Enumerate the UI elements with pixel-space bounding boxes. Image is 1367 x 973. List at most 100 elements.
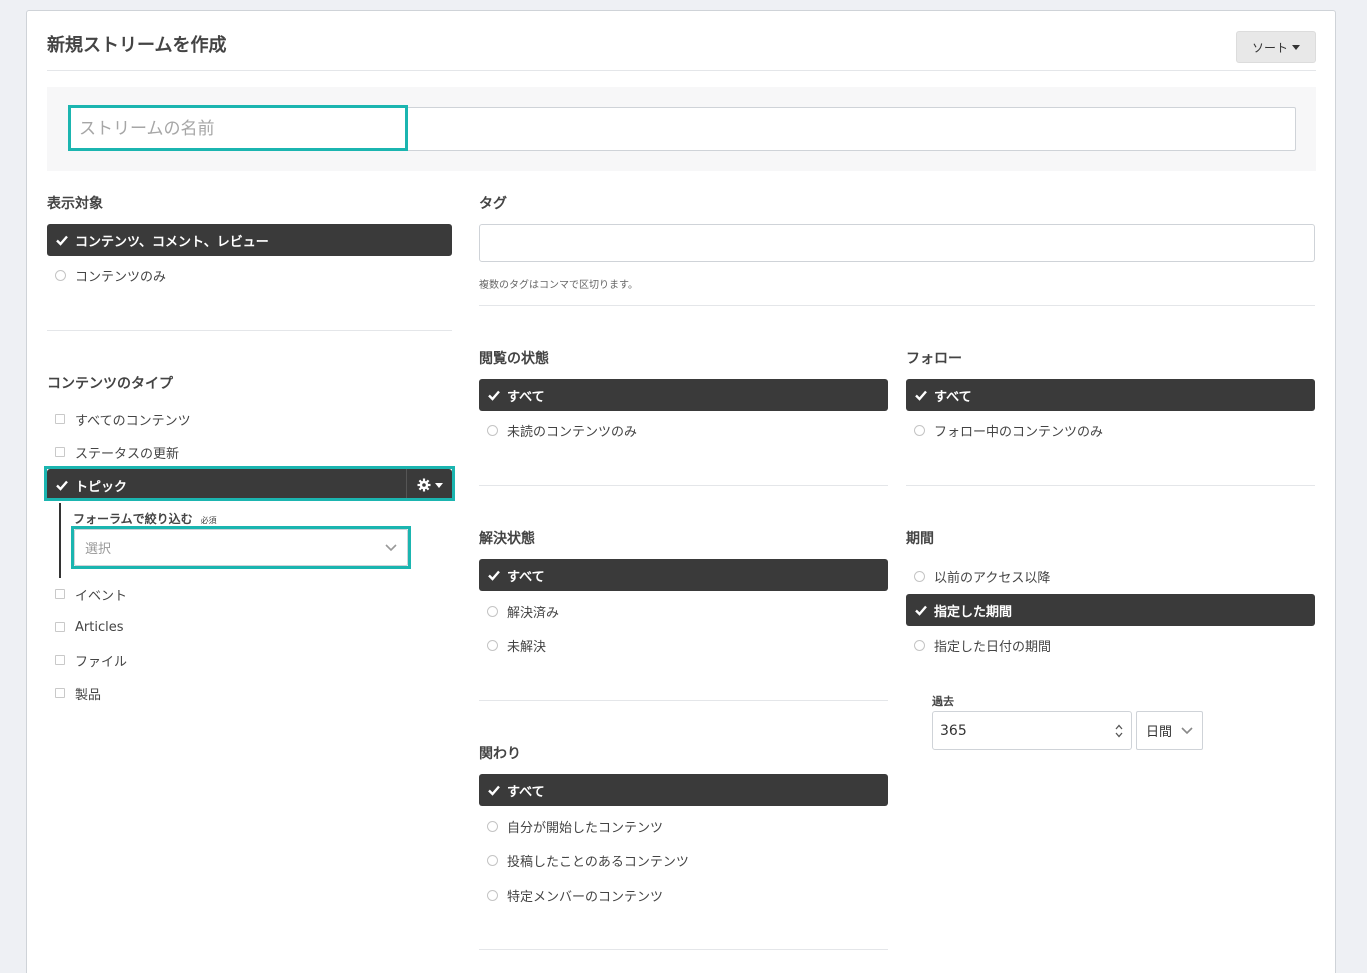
check-icon bbox=[56, 480, 68, 491]
resolution-option-all[interactable]: すべて bbox=[479, 559, 888, 591]
period-option-label: 指定した期間 bbox=[934, 604, 1013, 620]
involvement-option-specific-member[interactable]: 特定メンバーのコンテンツ bbox=[479, 884, 663, 906]
involvement-option-label: すべて bbox=[507, 784, 545, 800]
divider bbox=[479, 700, 888, 701]
header-divider bbox=[47, 70, 1316, 71]
resolution-option-resolved[interactable]: 解決済み bbox=[479, 600, 559, 622]
checkbox-icon bbox=[55, 622, 65, 632]
check-icon bbox=[56, 235, 68, 246]
involvement-option-label: 自分が開始したコンテンツ bbox=[507, 820, 664, 836]
checkbox-icon bbox=[55, 589, 65, 599]
content-type-label: コンテンツのタイプ bbox=[47, 376, 173, 392]
check-icon bbox=[488, 785, 500, 796]
content-type-item-event[interactable]: イベント bbox=[47, 583, 127, 605]
chevron-down-icon bbox=[385, 543, 397, 551]
period-unit-select[interactable]: 日間 bbox=[1136, 711, 1203, 750]
period-label: 期間 bbox=[906, 531, 934, 547]
checkbox-icon bbox=[55, 655, 65, 665]
topic-settings-button[interactable] bbox=[406, 469, 452, 501]
content-type-item-label: ファイル bbox=[75, 654, 128, 670]
period-option-specified[interactable]: 指定した期間 bbox=[906, 594, 1315, 626]
check-icon bbox=[915, 605, 927, 616]
follow-option-label: フォロー中のコンテンツのみ bbox=[934, 424, 1104, 440]
spinner-arrows-icon[interactable] bbox=[1114, 723, 1124, 739]
resolution-label: 解決状態 bbox=[479, 531, 535, 547]
content-type-item-product[interactable]: 製品 bbox=[47, 682, 101, 704]
divider bbox=[479, 485, 888, 486]
content-type-item-topic[interactable]: トピック bbox=[47, 469, 452, 501]
caret-down-icon bbox=[1292, 44, 1300, 50]
read-state-option-unread[interactable]: 未読のコンテンツのみ bbox=[479, 419, 637, 441]
stream-name-input[interactable] bbox=[70, 108, 1295, 150]
caret-down-icon bbox=[434, 482, 443, 488]
resolution-option-label: 解決済み bbox=[507, 605, 560, 621]
check-icon bbox=[488, 570, 500, 581]
past-days-input[interactable]: 365 bbox=[932, 711, 1132, 750]
involvement-option-label: 特定メンバーのコンテンツ bbox=[507, 889, 664, 905]
period-option-date-range[interactable]: 指定した日付の期間 bbox=[906, 634, 1051, 656]
involvement-option-started[interactable]: 自分が開始したコンテンツ bbox=[479, 815, 663, 837]
forum-filter-label: フォーラムで絞り込む bbox=[73, 512, 193, 526]
involvement-option-label: 投稿したことのあるコンテンツ bbox=[507, 854, 689, 870]
content-type-item-all[interactable]: すべてのコンテンツ bbox=[47, 408, 191, 430]
read-state-option-all[interactable]: すべて bbox=[479, 379, 888, 411]
follow-option-following[interactable]: フォロー中のコンテンツのみ bbox=[906, 419, 1103, 441]
radio-icon bbox=[487, 639, 498, 651]
display-target-option-all[interactable]: コンテンツ、コメント、レビュー bbox=[47, 224, 452, 256]
content-type-item-label: イベント bbox=[75, 588, 128, 604]
radio-icon bbox=[487, 424, 498, 436]
content-type-item-label: 製品 bbox=[75, 687, 102, 703]
radio-icon bbox=[487, 854, 498, 866]
chevron-down-icon bbox=[1181, 726, 1193, 734]
tags-input[interactable] bbox=[479, 224, 1315, 262]
period-option-since-last-access[interactable]: 以前のアクセス以降 bbox=[906, 565, 1050, 587]
content-type-item-label: Articles bbox=[75, 619, 124, 635]
display-target-option-label: コンテンツ、コメント、レビュー bbox=[75, 234, 269, 250]
content-type-item-file[interactable]: ファイル bbox=[47, 649, 127, 671]
involvement-label: 関わり bbox=[479, 746, 521, 762]
involvement-option-posted[interactable]: 投稿したことのあるコンテンツ bbox=[479, 849, 689, 871]
resolution-option-unresolved[interactable]: 未解決 bbox=[479, 634, 546, 656]
content-type-item-label: ステータスの更新 bbox=[75, 446, 180, 462]
involvement-option-all[interactable]: すべて bbox=[479, 774, 888, 806]
divider bbox=[47, 330, 452, 331]
divider bbox=[906, 485, 1315, 486]
content-type-item-status-update[interactable]: ステータスの更新 bbox=[47, 441, 179, 463]
radio-icon bbox=[487, 820, 498, 832]
radio-icon bbox=[55, 269, 66, 281]
past-label: 過去 bbox=[932, 695, 954, 708]
create-stream-panel: 新規ストリームを作成 ソート 表示対象 コンテンツ、コメント、レビュー コンテン… bbox=[26, 10, 1336, 973]
forum-filter-label-row: フォーラムで絞り込む 必須 bbox=[73, 510, 217, 527]
follow-option-label: すべて bbox=[934, 389, 972, 405]
forum-filter-select[interactable]: 選択 bbox=[74, 529, 408, 566]
period-unit-value: 日間 bbox=[1146, 725, 1173, 740]
content-type-item-label: トピック bbox=[75, 479, 128, 495]
sort-button-label: ソート bbox=[1251, 40, 1288, 55]
follow-option-all[interactable]: すべて bbox=[906, 379, 1315, 411]
checkbox-icon bbox=[55, 414, 65, 424]
divider bbox=[479, 305, 1315, 306]
gear-icon bbox=[417, 478, 430, 492]
checkbox-icon bbox=[55, 688, 65, 698]
tags-label: タグ bbox=[479, 196, 507, 212]
content-type-item-articles[interactable]: Articles bbox=[47, 616, 123, 638]
page-title: 新規ストリームを作成 bbox=[47, 35, 227, 56]
divider bbox=[479, 949, 888, 950]
radio-icon bbox=[914, 424, 925, 436]
radio-icon bbox=[914, 639, 925, 651]
follow-label: フォロー bbox=[906, 351, 962, 367]
resolution-option-label: すべて bbox=[507, 569, 545, 585]
check-icon bbox=[488, 390, 500, 401]
radio-icon bbox=[487, 605, 498, 617]
radio-icon bbox=[487, 889, 498, 901]
sort-button[interactable]: ソート bbox=[1236, 31, 1316, 63]
display-target-option-content-only[interactable]: コンテンツのみ bbox=[47, 264, 166, 286]
forum-filter-placeholder: 選択 bbox=[85, 542, 112, 557]
stream-name-field[interactable] bbox=[69, 107, 1296, 151]
check-icon bbox=[915, 390, 927, 401]
content-type-item-label: すべてのコンテンツ bbox=[75, 413, 191, 429]
read-state-option-label: すべて bbox=[507, 389, 545, 405]
checkbox-icon bbox=[55, 447, 65, 457]
read-state-label: 閲覧の状態 bbox=[479, 351, 549, 367]
display-target-option-label: コンテンツのみ bbox=[75, 269, 167, 285]
